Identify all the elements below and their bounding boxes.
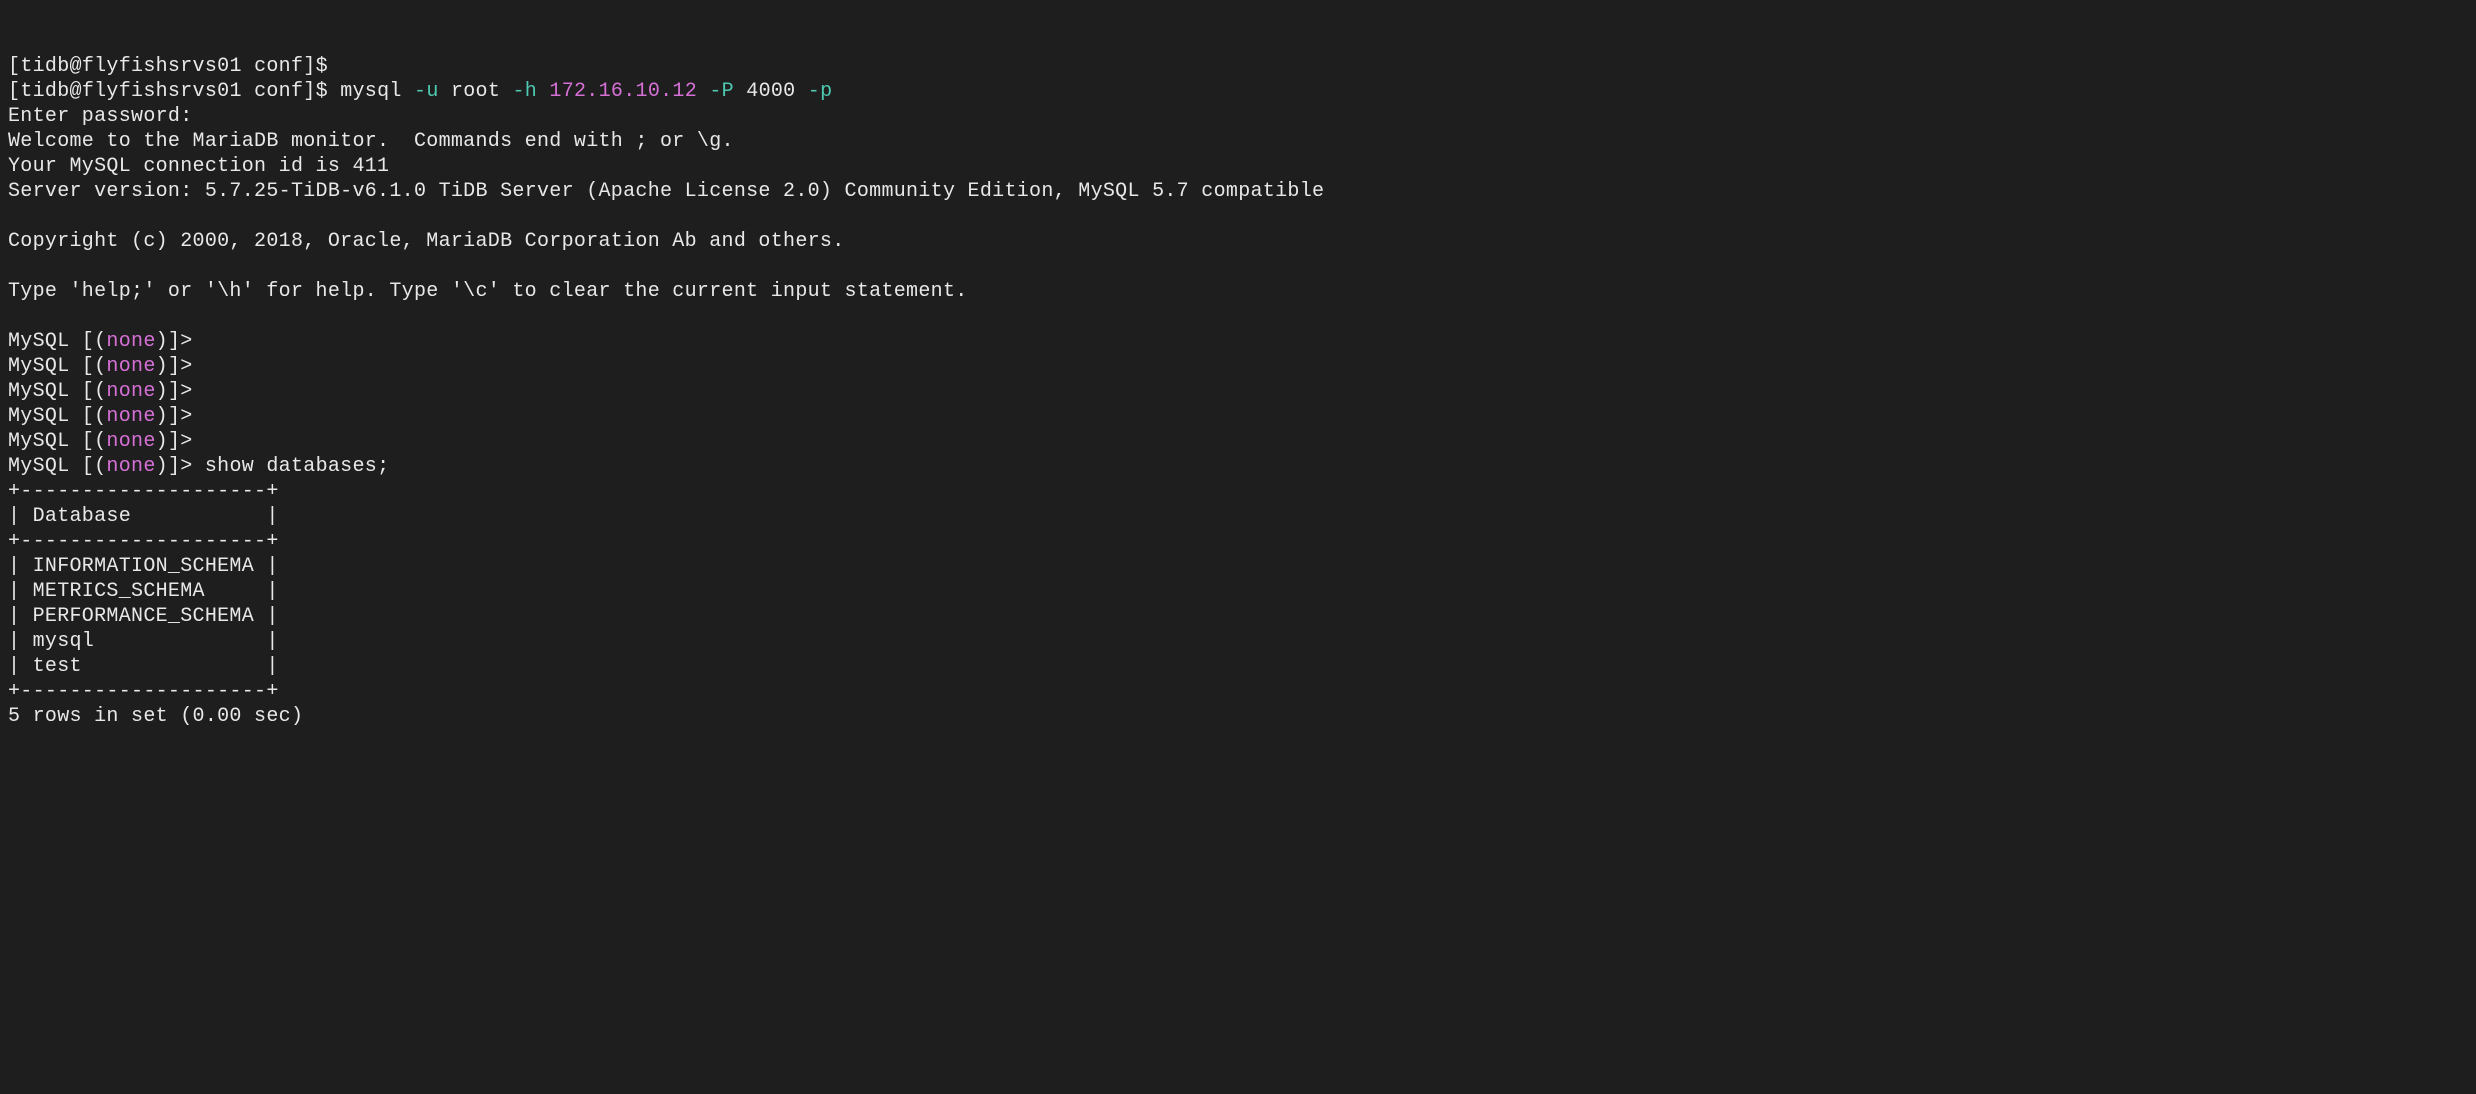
mysql-prompt: MySQL [(none)]> [8, 355, 193, 378]
shell-prompt-empty: [tidb@flyfishsrvs01 conf]$ [8, 55, 328, 78]
table-border: +--------------------+ [8, 480, 279, 503]
help-line: Type 'help;' or '\h' for help. Type '\c'… [8, 280, 968, 303]
mysql-prompt: MySQL [(none)]> [8, 380, 193, 403]
table-border: +--------------------+ [8, 530, 279, 553]
command: mysql -u root -h 172.16.10.12 -P 4000 -p [340, 80, 832, 103]
table-header: | Database | [8, 505, 279, 528]
table-row: | METRICS_SCHEMA | [8, 580, 279, 603]
welcome-line: Welcome to the MariaDB monitor. Commands… [8, 130, 734, 153]
result-footer: 5 rows in set (0.00 sec) [8, 705, 303, 728]
mysql-prompt: MySQL [(none)]> [8, 455, 193, 478]
sql-command: show databases; [205, 455, 390, 478]
terminal-output[interactable]: [tidb@flyfishsrvs01 conf]$ [tidb@flyfish… [8, 54, 2468, 729]
table-border: +--------------------+ [8, 680, 279, 703]
mysql-prompt: MySQL [(none)]> [8, 430, 193, 453]
mysql-prompt: MySQL [(none)]> [8, 330, 193, 353]
server-version-line: Server version: 5.7.25-TiDB-v6.1.0 TiDB … [8, 180, 1324, 203]
copyright-line: Copyright (c) 2000, 2018, Oracle, MariaD… [8, 230, 845, 253]
shell-prompt: [tidb@flyfishsrvs01 conf]$ [8, 80, 328, 103]
table-row: | INFORMATION_SCHEMA | [8, 555, 279, 578]
table-row: | test | [8, 655, 279, 678]
enter-password: Enter password: [8, 105, 193, 128]
mysql-prompt: MySQL [(none)]> [8, 405, 193, 428]
table-row: | PERFORMANCE_SCHEMA | [8, 605, 279, 628]
table-row: | mysql | [8, 630, 279, 653]
connection-id-line: Your MySQL connection id is 411 [8, 155, 389, 178]
